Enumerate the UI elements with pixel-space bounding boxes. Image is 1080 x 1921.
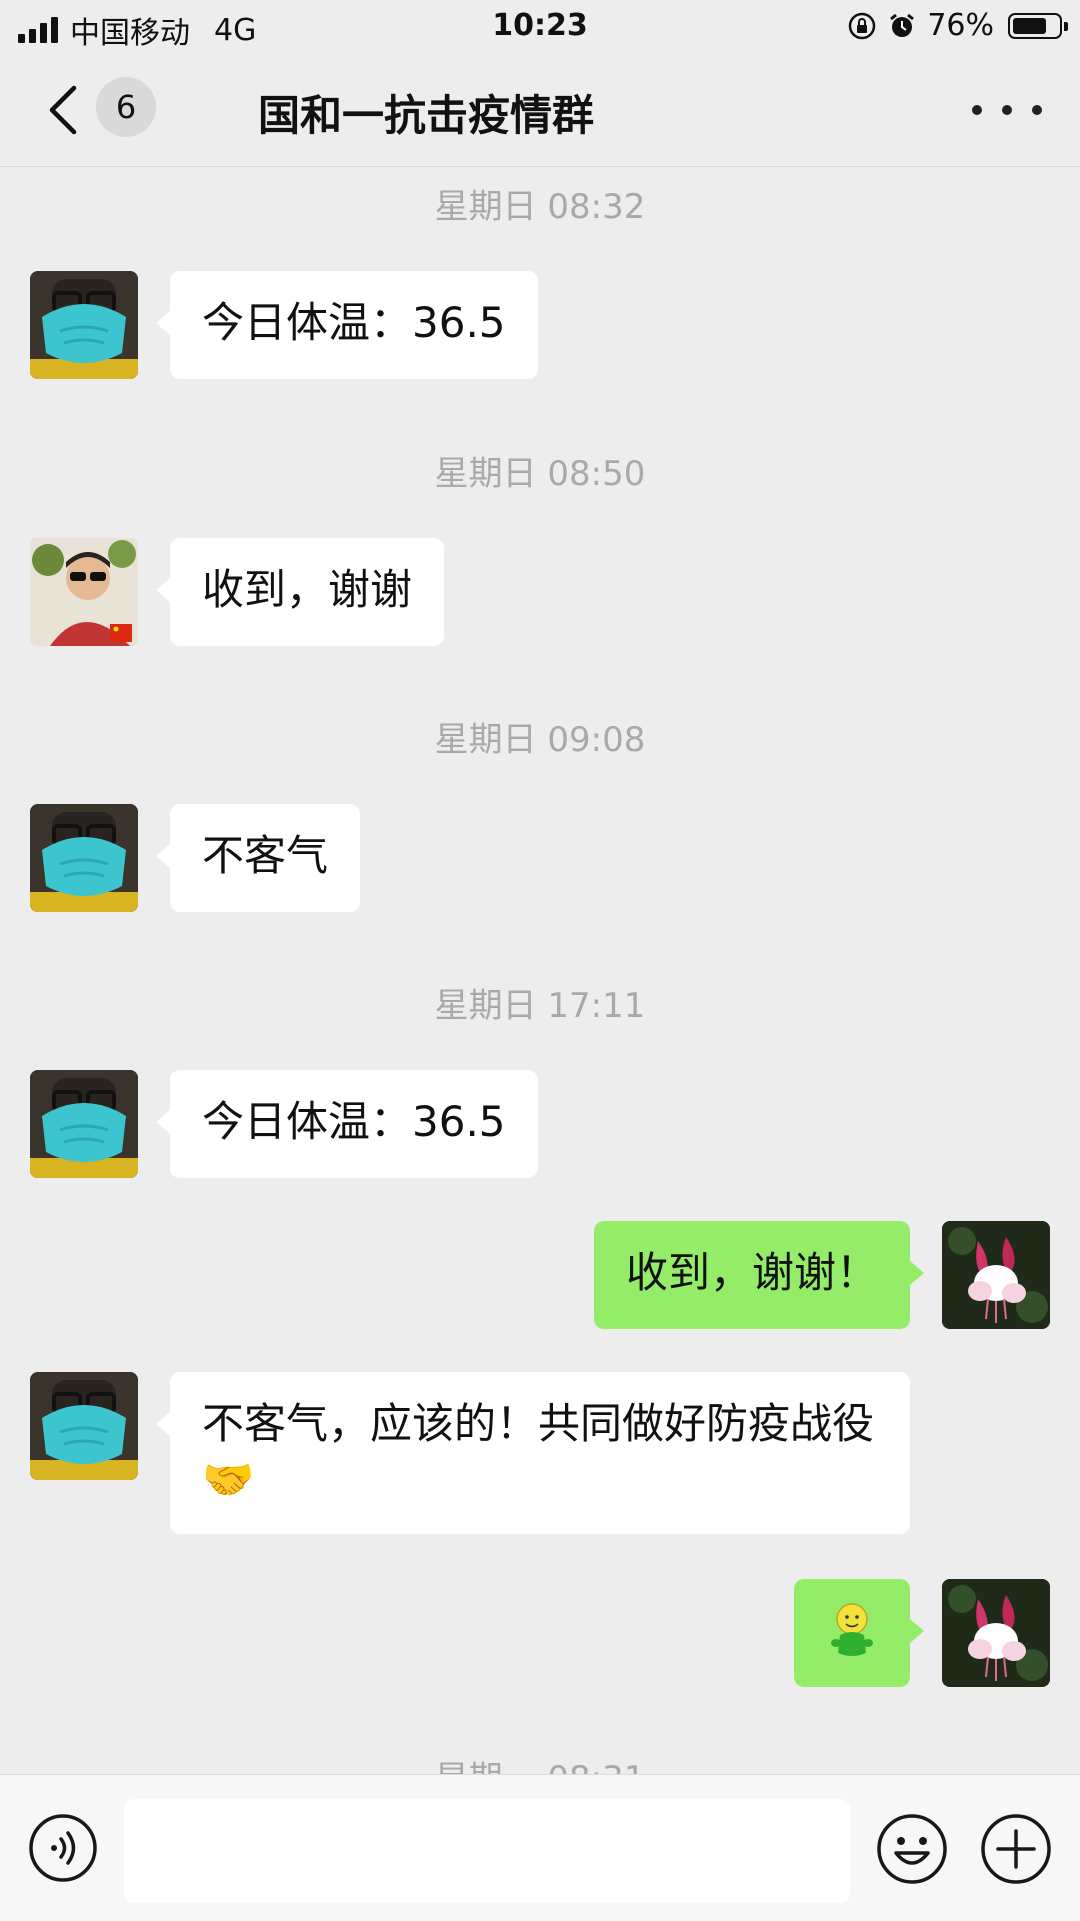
handshake-emoji-icon: 🤝 [202,1455,255,1504]
back-arrow-icon[interactable] [40,82,90,138]
flower-avatar[interactable] [942,1579,1050,1687]
battery-icon [1008,12,1068,39]
message-text: 不客气，应该的！共同做好防疫战役 [202,1399,875,1448]
message-bubble[interactable]: 今日体温：36.5 [156,1070,538,1178]
chat-title: 国和一抗击疫情群 [258,91,595,140]
unread-count-badge[interactable]: 6 [96,77,156,137]
masked-person-avatar[interactable] [30,804,138,912]
message-bubble[interactable]: 不客气，应该的！共同做好防疫战役 🤝 [156,1372,910,1534]
masked-person-avatar[interactable] [30,1372,138,1480]
message-bubble[interactable]: 收到，谢谢 [155,538,445,646]
battery-percent: 76% [927,8,994,43]
message-input[interactable] [124,1799,850,1903]
input-bar [0,1774,1080,1921]
masked-person-avatar[interactable] [30,271,138,379]
sunglasses-person-avatar[interactable] [30,538,138,646]
green-smiley-sticker-icon [831,1603,873,1656]
more-options-icon[interactable] [972,90,1042,130]
masked-person-avatar[interactable] [30,1070,138,1178]
plus-icon[interactable] [980,1813,1052,1885]
flower-avatar[interactable] [942,1221,1050,1329]
battery-level [1013,17,1046,34]
message-timestamp: 星期日 09:08 [434,720,646,760]
nav-bar: 6 国和一抗击疫情群 [0,54,1080,167]
sent-message-bubble[interactable]: 收到，谢谢！ [593,1221,925,1329]
sent-sticker-bubble[interactable] [794,1579,924,1687]
status-right: 76% [847,8,1068,43]
message-timestamp: 星期日 08:32 [434,187,646,227]
voice-icon[interactable] [28,1813,98,1883]
message-timestamp: 星期一 08:31 [0,1751,1080,1774]
emoji-icon[interactable] [876,1813,948,1885]
rotation-lock-icon [849,12,876,39]
alarm-icon [890,13,915,37]
message-timestamp: 星期日 08:50 [434,454,646,494]
message-timestamp: 星期日 17:11 [434,986,646,1026]
message-bubble[interactable]: 不客气 [155,804,361,912]
chat-history[interactable]: 星期日 08:32 今日体温：36.5 星期日 08:50 收到，谢谢 星期日 … [0,167,1080,1774]
message-bubble[interactable]: 今日体温：36.5 [156,271,538,379]
status-bar: 中国移动 4G 10:23 76% [0,0,1080,54]
